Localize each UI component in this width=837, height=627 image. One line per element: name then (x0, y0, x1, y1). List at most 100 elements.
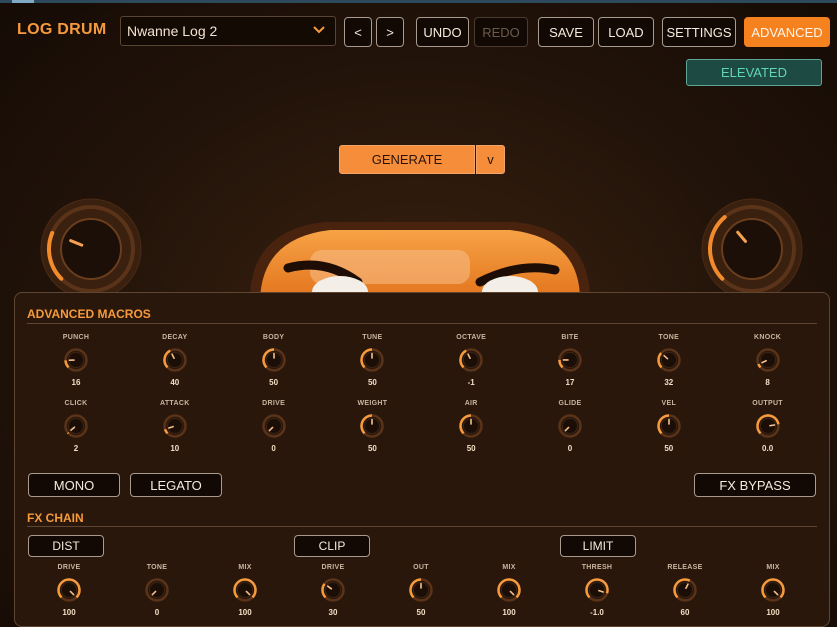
knob-label: VEL (661, 400, 677, 407)
knob-value: 0 (154, 608, 160, 617)
knob-value: -1 (467, 378, 475, 387)
knob-value: 50 (664, 444, 674, 453)
preset-dropdown[interactable]: Nwanne Log 2 (120, 16, 336, 46)
fx-bypass-button[interactable]: FX BYPASS (694, 473, 816, 497)
macro-tone-knob[interactable] (657, 348, 681, 372)
clip-button[interactable]: CLIP (294, 535, 370, 557)
macro-air-knob[interactable] (459, 414, 483, 438)
generate-button[interactable]: GENERATE (339, 145, 475, 174)
preset-name: Nwanne Log 2 (127, 23, 218, 39)
fx-mix-control: MIX 100 (459, 564, 559, 617)
macro-weight-control: WEIGHT 50 (322, 400, 422, 453)
knob-value: -1.0 (590, 608, 604, 617)
advanced-panel: ADVANCED MACROS PUNCH 16 DECAY 40 BODY 50 TUNE… (14, 292, 830, 627)
knob-label: WEIGHT (357, 400, 388, 407)
dist-button[interactable]: DIST (28, 535, 104, 557)
macro-vel-control: VEL 50 (619, 400, 719, 453)
knob-value: 40 (170, 378, 180, 387)
legato-button[interactable]: LEGATO (130, 473, 222, 497)
fx-mix-control: MIX 100 (723, 564, 823, 617)
macro-decay-knob[interactable] (163, 348, 187, 372)
fx-drive-control: DRIVE 100 (19, 564, 119, 617)
prev-preset-button[interactable]: < (344, 17, 372, 47)
divider (27, 526, 817, 527)
settings-button[interactable]: SETTINGS (662, 17, 736, 47)
limit-button[interactable]: LIMIT (560, 535, 636, 557)
macro-weight-knob[interactable] (360, 414, 385, 438)
knob-label: BITE (561, 334, 579, 341)
chevron-down-icon (313, 26, 325, 34)
knob-label: OCTAVE (456, 334, 487, 341)
knob-value: 50 (269, 378, 279, 387)
knob-label: DRIVE (321, 564, 345, 571)
knob-value: 30 (328, 608, 338, 617)
knob-label: RELEASE (667, 564, 703, 571)
save-button[interactable]: SAVE (538, 17, 594, 47)
fx-mix-control: MIX 100 (195, 564, 295, 617)
macro-output-knob[interactable] (755, 414, 780, 438)
generate-menu-button[interactable]: v (476, 145, 505, 174)
knob-label: THRESH (581, 564, 613, 571)
macro-drive-knob[interactable] (261, 414, 286, 438)
knob-value: 50 (367, 444, 377, 453)
knob-value: 16 (71, 378, 81, 387)
knob-value: 50 (367, 378, 377, 387)
macro-octave-knob[interactable] (459, 348, 483, 372)
elevated-button[interactable]: ELEVATED (686, 59, 822, 86)
macro-vel-knob[interactable] (657, 414, 681, 438)
knob-value: 0 (567, 444, 573, 453)
macro-glide-control: GLIDE 0 (520, 400, 620, 453)
left-big-knob[interactable] (40, 198, 142, 300)
mono-button[interactable]: MONO (28, 473, 120, 497)
divider (27, 323, 817, 324)
macro-glide-knob[interactable] (558, 414, 582, 438)
fx-thresh-control: THRESH -1.0 (547, 564, 647, 617)
mascot-face-graphic (250, 222, 590, 300)
macro-punch-knob[interactable] (64, 348, 88, 372)
macro-decay-control: DECAY 40 (125, 334, 225, 387)
fx-release-knob[interactable] (673, 578, 697, 602)
next-preset-button[interactable]: > (376, 17, 404, 47)
knob-label: PUNCH (62, 334, 90, 341)
knob-label: MIX (766, 564, 780, 571)
knob-label: DRIVE (57, 564, 81, 571)
advanced-macros-heading: ADVANCED MACROS (27, 307, 151, 321)
knob-value: 100 (62, 608, 76, 617)
fx-thresh-knob[interactable] (585, 578, 609, 602)
fx-drive-control: DRIVE 30 (283, 564, 383, 617)
fx-tone-knob[interactable] (145, 578, 169, 602)
fx-mix-knob[interactable] (761, 578, 785, 602)
macro-click-knob[interactable] (64, 414, 88, 438)
undo-button[interactable]: UNDO (416, 17, 469, 47)
knob-value: 100 (502, 608, 516, 617)
macro-tune-knob[interactable] (360, 348, 385, 372)
macro-body-knob[interactable] (261, 348, 286, 372)
load-button[interactable]: LOAD (598, 17, 654, 47)
macro-octave-control: OCTAVE -1 (421, 334, 521, 387)
knob-label: GLIDE (558, 400, 582, 407)
macro-bite-knob[interactable] (558, 348, 582, 372)
redo-button[interactable]: REDO (474, 17, 528, 47)
macro-knock-knob[interactable] (755, 348, 780, 372)
fx-mix-knob[interactable] (497, 578, 521, 602)
fx-drive-knob[interactable] (57, 578, 81, 602)
fx-chain-heading: FX CHAIN (27, 511, 84, 525)
fx-mix-knob[interactable] (233, 578, 257, 602)
knob-label: DECAY (162, 334, 188, 341)
knob-label: DRIVE (262, 400, 286, 407)
knob-label: AIR (464, 400, 478, 407)
fx-out-knob[interactable] (409, 578, 433, 602)
macro-air-control: AIR 50 (421, 400, 521, 453)
knob-label: ATTACK (160, 400, 190, 407)
knob-label: OUTPUT (752, 400, 783, 407)
knob-value: 50 (466, 444, 476, 453)
knob-label: TONE (146, 564, 168, 571)
fx-out-control: OUT 50 (371, 564, 471, 617)
right-big-knob[interactable] (701, 198, 803, 300)
advanced-button[interactable]: ADVANCED (744, 17, 830, 47)
macro-attack-knob[interactable] (163, 414, 187, 438)
knob-label: MIX (238, 564, 252, 571)
macro-click-control: CLICK 2 (26, 400, 126, 453)
fx-drive-knob[interactable] (321, 578, 345, 602)
knob-value: 50 (416, 608, 426, 617)
